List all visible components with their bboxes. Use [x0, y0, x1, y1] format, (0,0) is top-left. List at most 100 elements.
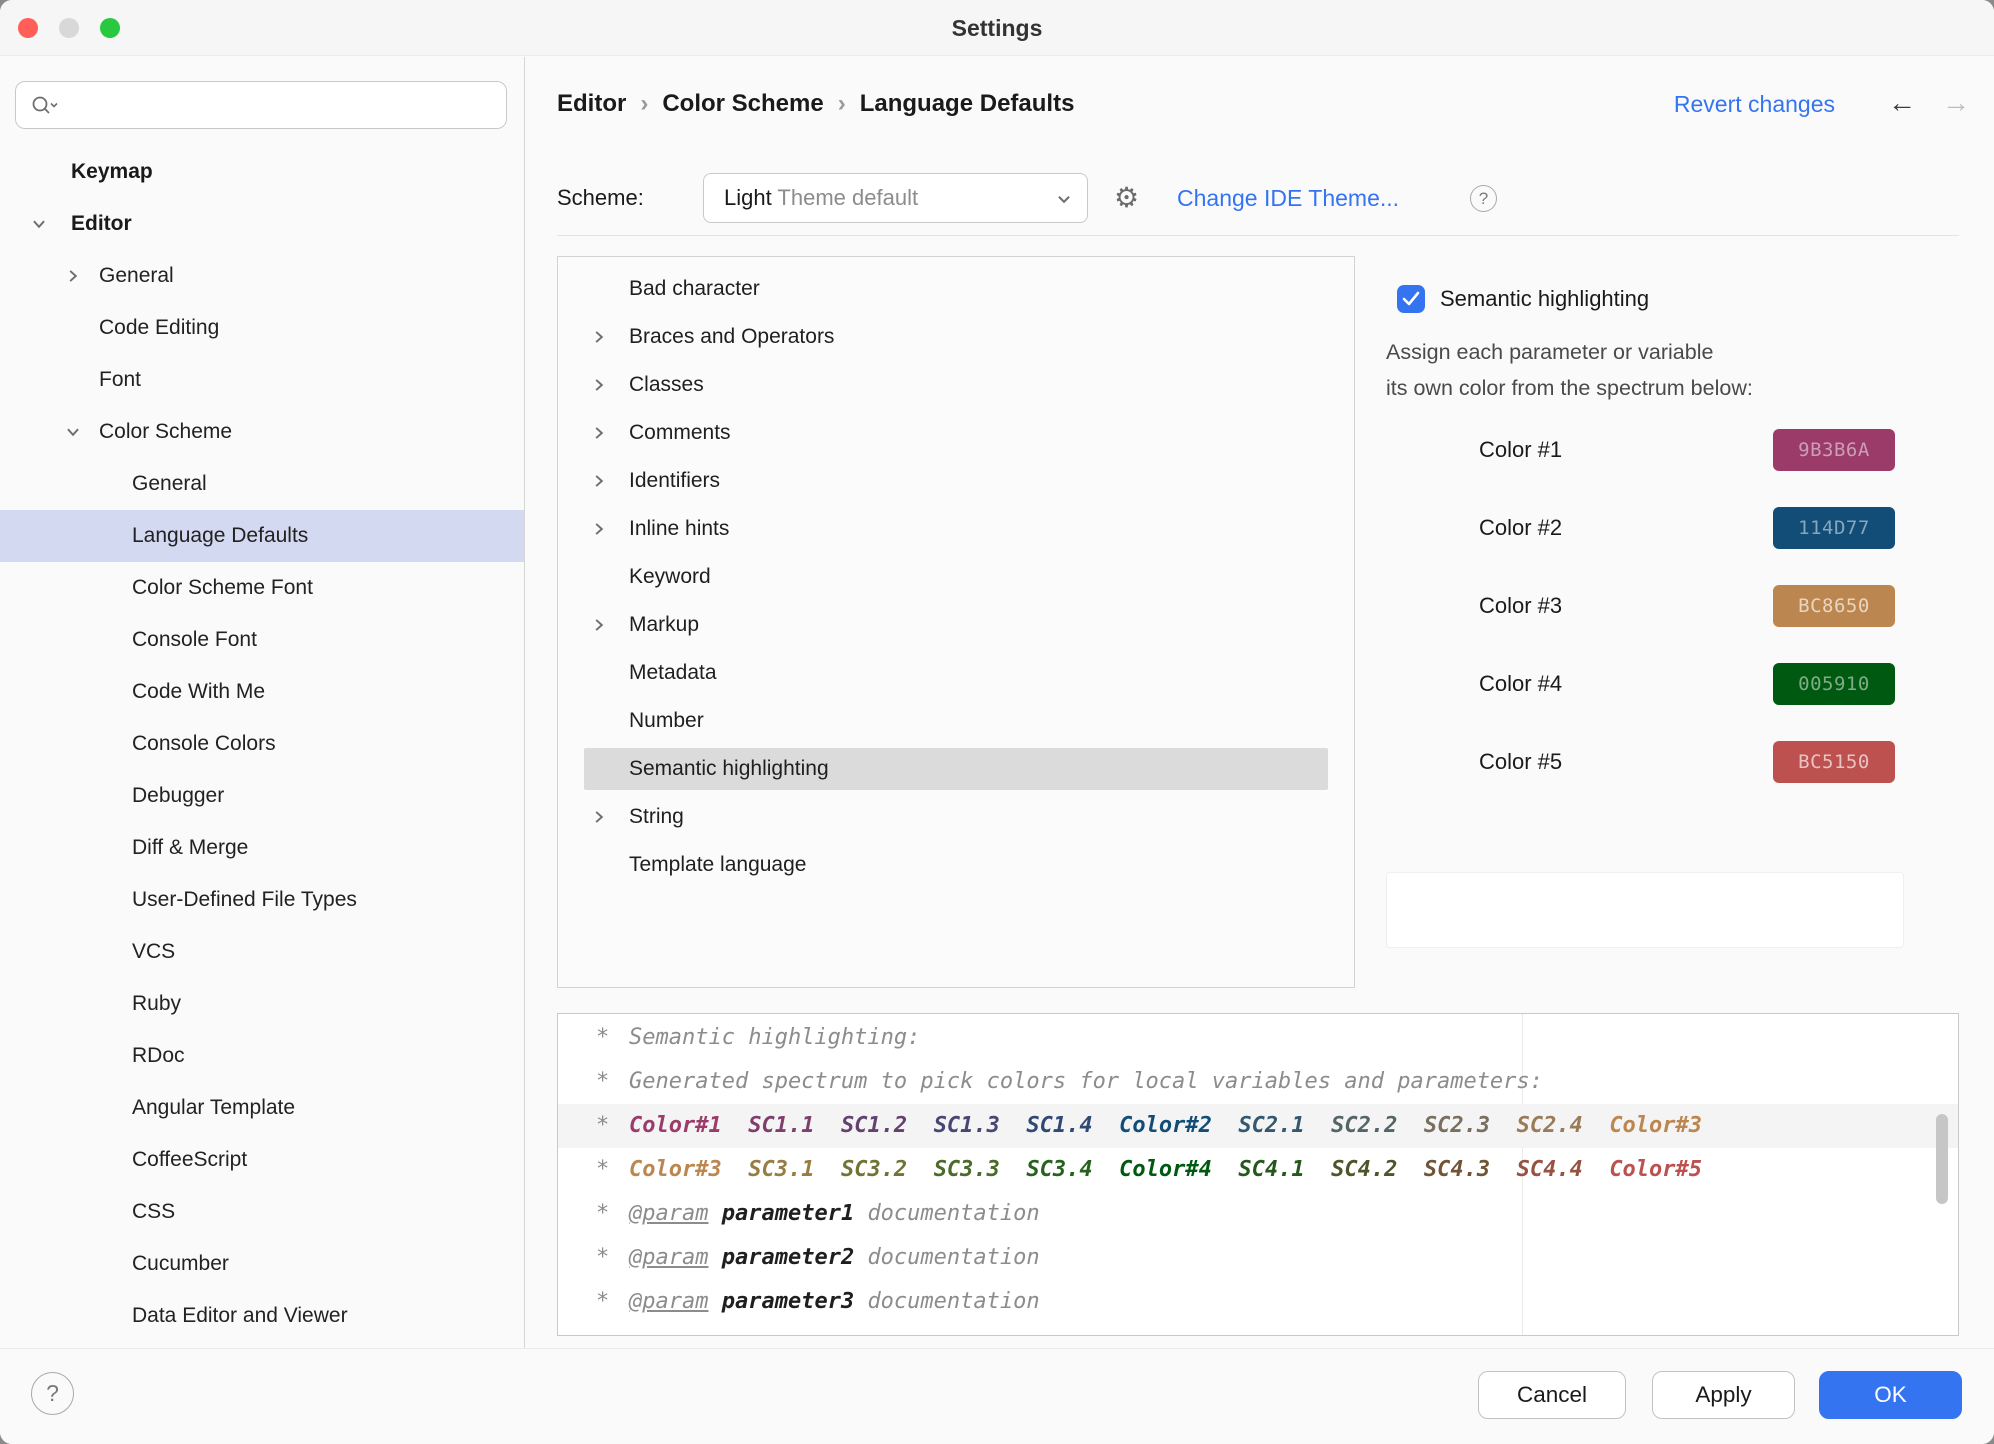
chevron-right-icon[interactable]	[590, 808, 608, 826]
sidebar-item-css[interactable]: CSS	[0, 1186, 524, 1238]
sidebar-item-angular-template[interactable]: Angular Template	[0, 1082, 524, 1134]
scheme-dropdown[interactable]: Light Theme default	[703, 173, 1088, 223]
revert-changes-link[interactable]: Revert changes	[1674, 80, 1835, 128]
semantic-highlighting-checkbox[interactable]	[1397, 285, 1425, 313]
option-item-semantic-highlighting[interactable]: Semantic highlighting	[558, 745, 1354, 793]
sidebar-item-vcs[interactable]: VCS	[0, 926, 524, 978]
preview-line: *Generated spectrum to pick colors for l…	[558, 1060, 1958, 1104]
preview-line: *@param parameter3 documentation	[558, 1280, 1958, 1324]
option-item-string[interactable]: String	[558, 793, 1354, 841]
sidebar-item-label: Font	[99, 368, 141, 392]
option-item-label: Identifiers	[629, 469, 720, 493]
sidebar-item-general[interactable]: General	[0, 458, 524, 510]
sidebar-item-language-defaults[interactable]: Language Defaults	[0, 510, 524, 562]
option-item-number[interactable]: Number	[558, 697, 1354, 745]
sidebar-item-cucumber[interactable]: Cucumber	[0, 1238, 524, 1290]
sidebar-item-label: Color Scheme Font	[132, 576, 313, 600]
sidebar-item-ruby[interactable]: Ruby	[0, 978, 524, 1030]
sidebar-item-code-with-me[interactable]: Code With Me	[0, 666, 524, 718]
chevron-right-icon[interactable]	[590, 472, 608, 490]
sidebar-item-debugger[interactable]: Debugger	[0, 770, 524, 822]
option-item-label: Braces and Operators	[629, 325, 834, 349]
token-sc3-3: SC3.3	[934, 1157, 1000, 1182]
breadcrumb-separator: ›	[640, 90, 648, 117]
scheme-help-icon[interactable]: ?	[1470, 185, 1497, 212]
ok-button[interactable]: OK	[1819, 1371, 1962, 1419]
sidebar-item-label: Data Editor and Viewer	[132, 1304, 348, 1328]
option-item-braces-and-operators[interactable]: Braces and Operators	[558, 313, 1354, 361]
sidebar-item-diff-merge[interactable]: Diff & Merge	[0, 822, 524, 874]
sidebar-item-label: Color Scheme	[99, 420, 232, 444]
back-arrow-icon[interactable]: ←	[1888, 80, 1916, 128]
sidebar-item-label: Diff & Merge	[132, 836, 248, 860]
token-documentation: documentation	[867, 1289, 1039, 1314]
sidebar-item-label: Ruby	[132, 992, 181, 1016]
sidebar-item-rdoc[interactable]: RDoc	[0, 1030, 524, 1082]
search-input[interactable]	[15, 81, 507, 129]
option-item-metadata[interactable]: Metadata	[558, 649, 1354, 697]
option-item-keyword[interactable]: Keyword	[558, 553, 1354, 601]
chevron-down-icon	[1055, 190, 1073, 213]
preview-line: *Semantic highlighting:	[558, 1016, 1958, 1060]
chevron-right-icon[interactable]	[590, 328, 608, 346]
gear-icon[interactable]: ⚙	[1114, 174, 1139, 222]
option-item-label: Inline hints	[629, 517, 729, 541]
sidebar-item-label: Code With Me	[132, 680, 265, 704]
settings-sidebar: KeymapEditorGeneralCode EditingFontColor…	[0, 57, 525, 1348]
code-preview-lines: *Semantic highlighting:*Generated spectr…	[558, 1016, 1958, 1324]
color-swatch-3[interactable]: BC8650	[1773, 585, 1895, 627]
option-item-bad-character[interactable]: Bad character	[558, 265, 1354, 313]
token-parameter3: parameter3	[722, 1289, 854, 1314]
chevron-right-icon[interactable]	[590, 424, 608, 442]
forward-arrow-icon[interactable]: →	[1942, 80, 1970, 128]
sidebar-item-user-defined-file-types[interactable]: User-Defined File Types	[0, 874, 524, 926]
option-item-label: Number	[629, 709, 704, 733]
token-sc2-3: SC2.3	[1424, 1113, 1490, 1138]
sidebar-item-coffeescript[interactable]: CoffeeScript	[0, 1134, 524, 1186]
sidebar-tree: KeymapEditorGeneralCode EditingFontColor…	[0, 146, 524, 1342]
sidebar-item-data-editor-and-viewer[interactable]: Data Editor and Viewer	[0, 1290, 524, 1342]
option-item-label: Semantic highlighting	[629, 757, 829, 781]
sidebar-item-label: CSS	[132, 1200, 175, 1224]
semantic-highlighting-checkbox-label[interactable]: Semantic highlighting	[1440, 285, 1649, 313]
preview-scrollbar[interactable]	[1936, 1114, 1948, 1204]
chevron-right-icon[interactable]	[590, 520, 608, 538]
chevron-down-icon[interactable]	[30, 215, 48, 233]
cancel-button[interactable]: Cancel	[1478, 1371, 1626, 1419]
preview-line-text: @param parameter2 documentation	[629, 1236, 1040, 1280]
chevron-right-icon[interactable]	[590, 616, 608, 634]
option-item-label: Classes	[629, 373, 704, 397]
sidebar-item-color-scheme[interactable]: Color Scheme	[0, 406, 524, 458]
chevron-down-icon[interactable]	[64, 423, 82, 441]
sidebar-item-font[interactable]: Font	[0, 354, 524, 406]
option-item-identifiers[interactable]: Identifiers	[558, 457, 1354, 505]
apply-button[interactable]: Apply	[1652, 1371, 1795, 1419]
change-ide-theme-link[interactable]: Change IDE Theme...	[1177, 173, 1399, 223]
help-icon[interactable]: ?	[31, 1372, 74, 1415]
option-item-classes[interactable]: Classes	[558, 361, 1354, 409]
option-item-template-language[interactable]: Template language	[558, 841, 1354, 889]
color-swatch-2[interactable]: 114D77	[1773, 507, 1895, 549]
option-item-comments[interactable]: Comments	[558, 409, 1354, 457]
breadcrumb-editor[interactable]: Editor	[557, 90, 626, 117]
sidebar-item-label: Console Font	[132, 628, 257, 652]
sidebar-item-code-editing[interactable]: Code Editing	[0, 302, 524, 354]
sidebar-item-color-scheme-font[interactable]: Color Scheme Font	[0, 562, 524, 614]
preview-line: *@param parameter2 documentation	[558, 1236, 1958, 1280]
color-swatch-1[interactable]: 9B3B6A	[1773, 429, 1895, 471]
sidebar-item-console-colors[interactable]: Console Colors	[0, 718, 524, 770]
color-swatch-5[interactable]: BC5150	[1773, 741, 1895, 783]
chevron-right-icon[interactable]	[590, 376, 608, 394]
color-label-1: Color #1	[1479, 437, 1562, 463]
chevron-right-icon[interactable]	[64, 267, 82, 285]
option-item-label: Metadata	[629, 661, 717, 685]
sidebar-item-general[interactable]: General	[0, 250, 524, 302]
sidebar-item-keymap[interactable]: Keymap	[0, 146, 524, 198]
breadcrumb-color-scheme[interactable]: Color Scheme	[662, 90, 823, 117]
color-swatch-4[interactable]: 005910	[1773, 663, 1895, 705]
option-item-markup[interactable]: Markup	[558, 601, 1354, 649]
token-param: @param	[629, 1289, 708, 1314]
option-item-inline-hints[interactable]: Inline hints	[558, 505, 1354, 553]
sidebar-item-console-font[interactable]: Console Font	[0, 614, 524, 666]
sidebar-item-editor[interactable]: Editor	[0, 198, 524, 250]
